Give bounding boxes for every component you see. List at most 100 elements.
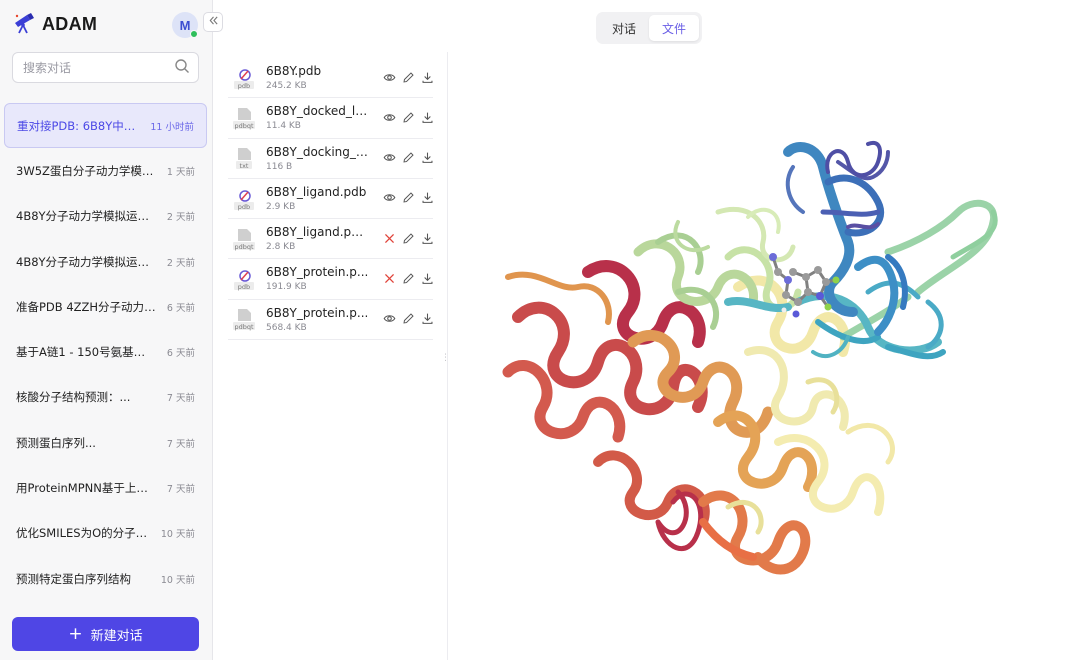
- chat-item[interactable]: 重对接PDB: 6B8Y中蛋... 11 小时前: [4, 103, 207, 149]
- view-toggle: 对话 文件: [596, 12, 702, 44]
- telescope-icon: [12, 10, 36, 38]
- chat-list: 重对接PDB: 6B8Y中蛋... 11 小时前 3W5Z蛋白分子动力学模拟...…: [4, 103, 207, 601]
- collapse-sidebar-button[interactable]: [203, 12, 223, 32]
- chat-time: 2 天前: [166, 257, 195, 269]
- file-row[interactable]: pdb 6B8Y.pdb 245.2 KB: [228, 58, 434, 99]
- file-name[interactable]: 6B8Y.pdb: [266, 64, 370, 78]
- file-size: 245.2 KB: [266, 81, 307, 91]
- file-name[interactable]: 6B8Y_docking_l...: [266, 145, 370, 159]
- file-row[interactable]: pdbqt 6B8Y_ligand.pd... 2.8 KB: [228, 219, 434, 260]
- download-icon[interactable]: [420, 312, 434, 326]
- file-row[interactable]: pdb 6B8Y_ligand.pdb 2.9 KB: [228, 179, 434, 220]
- pdb-file-icon: pdb: [232, 187, 256, 211]
- download-icon[interactable]: [420, 70, 434, 84]
- pdbqt-file-icon: pdbqt: [232, 307, 256, 331]
- chat-time: 2 天前: [166, 212, 195, 224]
- chat-title: 4B8Y分子动力学模拟运行...: [16, 209, 156, 224]
- chat-item[interactable]: 预测蛋白序列... 7 天前: [4, 420, 207, 465]
- file-ext-label: pdbqt: [234, 323, 254, 332]
- molecule-viewer[interactable]: [448, 52, 1080, 660]
- chat-title: 准备PDB 4ZZH分子动力学...: [16, 299, 156, 314]
- pencil-icon[interactable]: [401, 70, 415, 84]
- chat-time: 6 天前: [166, 348, 195, 360]
- chat-title: 重对接PDB: 6B8Y中蛋...: [17, 118, 145, 133]
- file-size: 568.4 KB: [266, 322, 307, 333]
- download-icon[interactable]: [420, 110, 434, 124]
- search-icon[interactable]: [174, 58, 190, 78]
- pencil-icon[interactable]: [401, 312, 415, 326]
- chat-title: 3W5Z蛋白分子动力学模拟...: [16, 163, 156, 178]
- protein-structure-render[interactable]: [448, 52, 1080, 660]
- chat-time: 10 天前: [160, 529, 195, 541]
- search-box[interactable]: [12, 52, 199, 83]
- pencil-icon[interactable]: [401, 110, 415, 124]
- file-ext-label: pdbqt: [234, 242, 254, 251]
- file-row[interactable]: txt 6B8Y_docking_l... 116 B: [228, 139, 433, 179]
- pencil-icon[interactable]: [401, 151, 415, 165]
- file-name[interactable]: 6B8Y_protein.p...: [266, 306, 370, 320]
- new-chat-label: 新建对话: [90, 628, 143, 644]
- tab-chat[interactable]: 对话: [599, 15, 649, 41]
- download-icon[interactable]: [420, 231, 434, 245]
- chat-time: 7 天前: [166, 438, 195, 450]
- chat-title: 预测特定蛋白序列结构: [16, 571, 131, 586]
- file-name[interactable]: 6B8Y_protein.p...: [266, 265, 370, 279]
- chat-title: 用ProteinMPNN基于上传...: [16, 481, 156, 496]
- chat-time: 7 天前: [166, 393, 195, 405]
- file-name[interactable]: 6B8Y_ligand.pdb: [266, 185, 370, 199]
- plus-icon: +: [68, 623, 83, 644]
- online-status-dot: [190, 30, 198, 38]
- txt-file-icon: txt: [232, 146, 256, 170]
- eye-icon[interactable]: [382, 191, 396, 205]
- brand[interactable]: ADAM: [12, 11, 97, 37]
- chat-title: 4B8Y分子动力学模拟运行...: [16, 254, 156, 269]
- chat-item[interactable]: 核酸分子结构预测：... 7 天前: [4, 375, 207, 420]
- chat-item[interactable]: 基于A链1 - 150号氨基酸及... 6 天前: [4, 329, 207, 374]
- file-ext-label: pdb: [237, 81, 251, 90]
- chat-time: 1 天前: [166, 166, 195, 178]
- chat-title: 优化SMILES为O的分子结...: [16, 526, 155, 541]
- file-list: pdb 6B8Y.pdb 245.2 KB pdbqt 6B8Y_docked_li..…: [228, 58, 434, 341]
- pencil-icon[interactable]: [401, 191, 415, 205]
- chat-item[interactable]: 预测特定蛋白序列结构 10 天前: [4, 556, 207, 601]
- x-icon[interactable]: [382, 231, 396, 245]
- chat-time: 6 天前: [166, 302, 195, 314]
- chat-item[interactable]: 4B8Y分子动力学模拟运行... 2 天前: [4, 239, 207, 284]
- eye-icon[interactable]: [382, 312, 396, 326]
- file-ext-label: pdb: [237, 283, 251, 292]
- eye-icon[interactable]: [382, 110, 396, 124]
- download-icon[interactable]: [420, 191, 434, 205]
- chat-item[interactable]: 用ProteinMPNN基于上传... 7 天前: [4, 465, 207, 510]
- x-icon[interactable]: [382, 271, 396, 285]
- pencil-icon[interactable]: [401, 231, 415, 245]
- chat-item[interactable]: 优化SMILES为O的分子结... 10 天前: [4, 511, 207, 556]
- chat-title: 核酸分子结构预测：...: [16, 390, 131, 405]
- tab-files[interactable]: 文件: [649, 15, 699, 41]
- file-row[interactable]: pdbqt 6B8Y_protein.p... 568.4 KB: [228, 300, 434, 341]
- eye-icon[interactable]: [382, 70, 396, 84]
- eye-icon[interactable]: [382, 151, 396, 165]
- chat-title: 预测蛋白序列...: [16, 435, 96, 450]
- file-name[interactable]: 6B8Y_ligand.pd...: [266, 225, 370, 239]
- pdb-file-icon: pdb: [232, 267, 256, 291]
- app-name: ADAM: [42, 13, 98, 34]
- file-row[interactable]: pdbqt 6B8Y_docked_li... 11.4 KB: [228, 98, 434, 139]
- pencil-icon[interactable]: [401, 271, 415, 285]
- file-name[interactable]: 6B8Y_docked_li...: [266, 104, 370, 118]
- download-icon[interactable]: [420, 151, 434, 165]
- download-icon[interactable]: [420, 271, 434, 285]
- chat-item[interactable]: 4B8Y分子动力学模拟运行... 2 天前: [4, 194, 207, 239]
- new-chat-button[interactable]: + 新建对话: [12, 617, 199, 651]
- search-input[interactable]: [23, 60, 174, 75]
- chat-item[interactable]: 3W5Z蛋白分子动力学模拟... 1 天前: [4, 148, 207, 193]
- chat-time: 11 小时前: [150, 121, 194, 133]
- chat-time: 10 天前: [160, 574, 195, 586]
- file-ext-label: pdbqt: [234, 121, 254, 130]
- sidebar: ADAM M 重对接PDB: 6B8Y中蛋...11 小时前 3W5Z蛋白分子动…: [0, 0, 213, 660]
- pdbqt-file-icon: pdbqt: [232, 106, 256, 130]
- chat-title: 基于A链1 - 150号氨基酸及...: [16, 345, 156, 360]
- file-size: 2.8 KB: [266, 242, 296, 253]
- file-row[interactable]: pdb 6B8Y_protein.p... 191.9 KB: [228, 259, 434, 300]
- file-ext-label: txt: [239, 162, 249, 171]
- chat-item[interactable]: 准备PDB 4ZZH分子动力学... 6 天前: [4, 284, 207, 329]
